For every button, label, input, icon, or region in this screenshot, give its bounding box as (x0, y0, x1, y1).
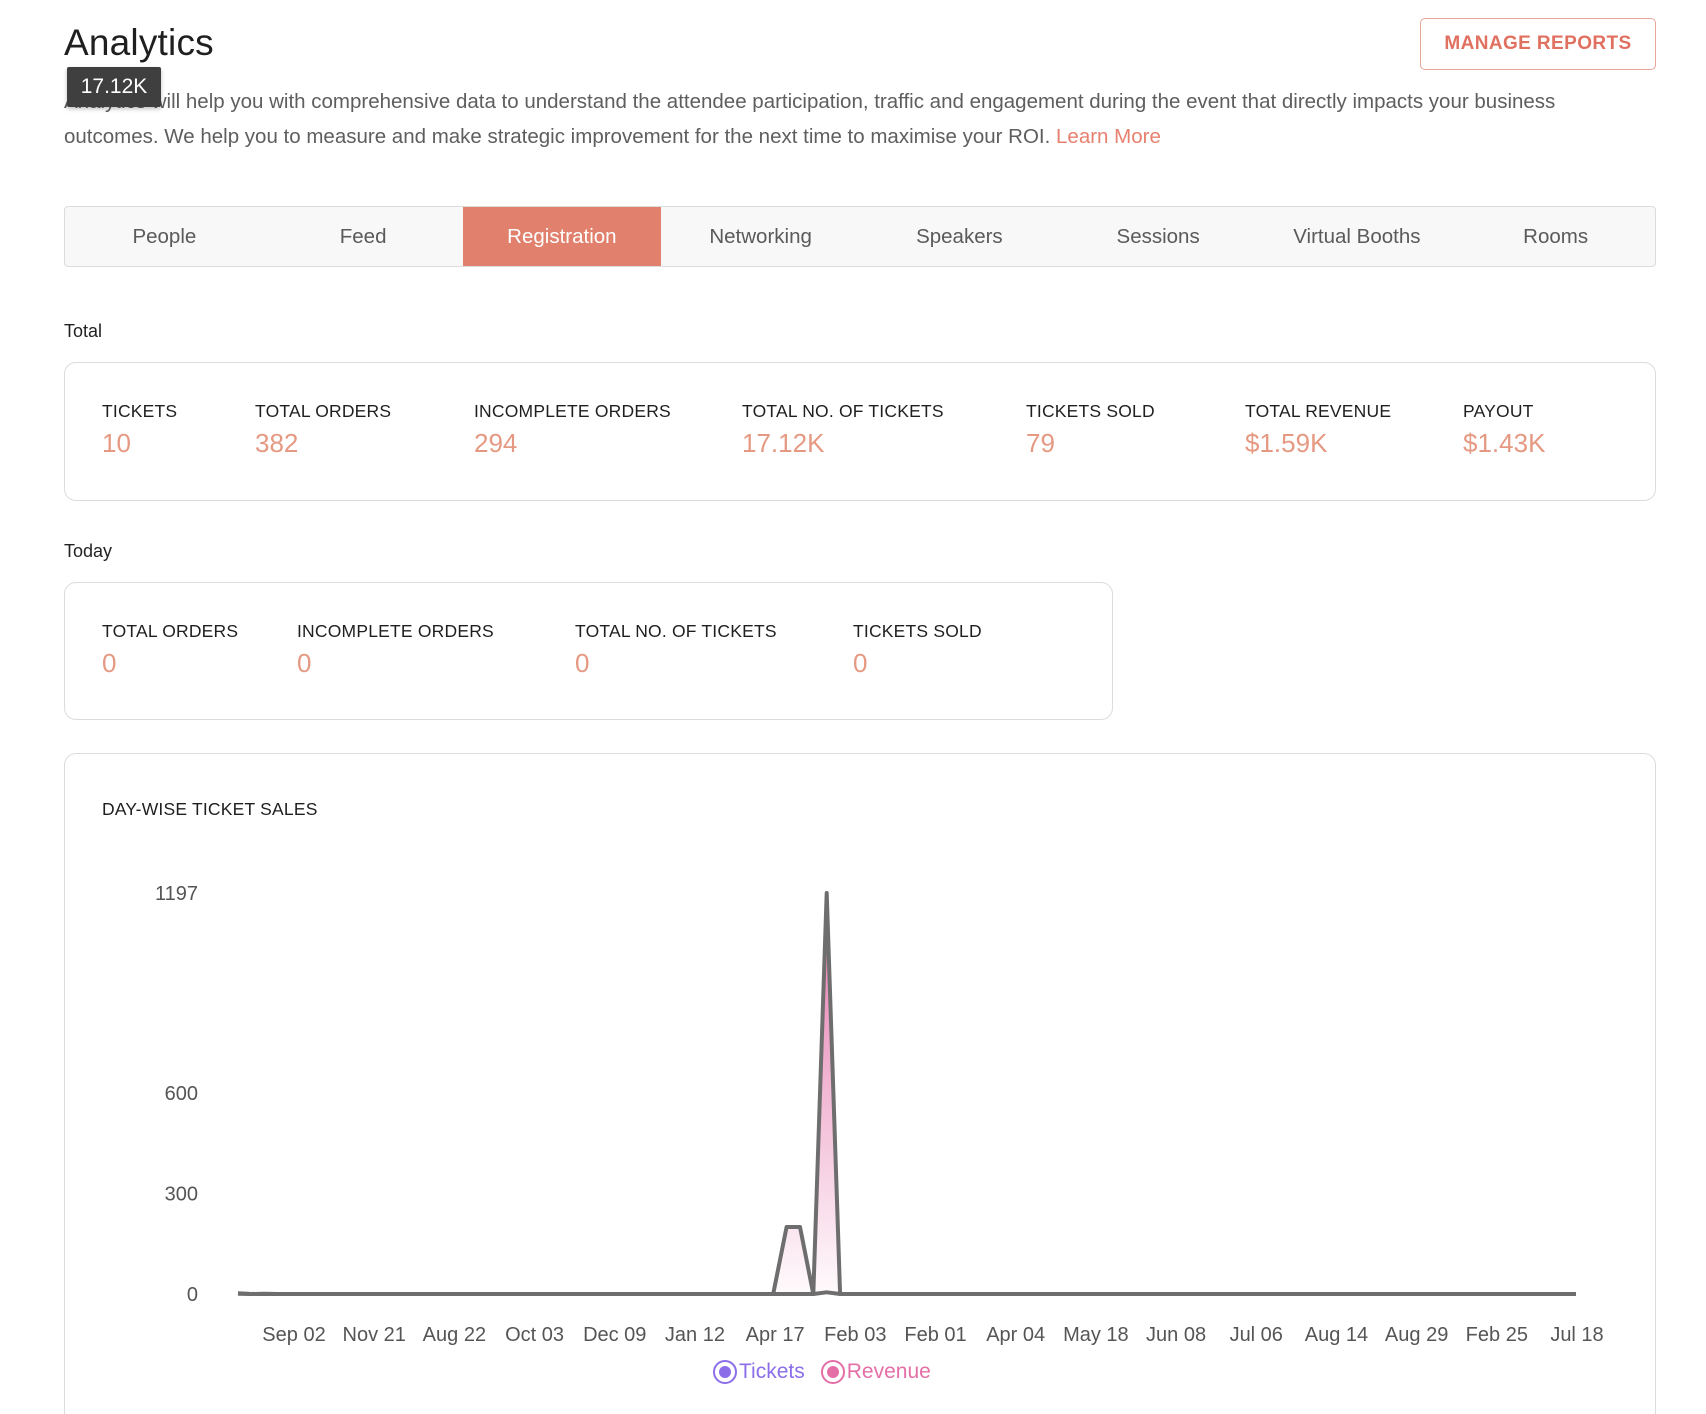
x-tick-label: Aug 29 (1385, 1324, 1448, 1346)
x-tick-label: Aug 14 (1305, 1324, 1368, 1346)
stat-value: 0 (853, 648, 868, 678)
stat-label: TOTAL ORDERS (255, 401, 392, 421)
x-tick-label: Feb 25 (1466, 1324, 1528, 1346)
today-stats-card: TOTAL ORDERS 0 INCOMPLETE ORDERS 0 TOTAL… (64, 582, 1113, 720)
stat-value: 382 (255, 428, 299, 458)
tickets-area (238, 893, 1576, 1294)
x-tick-label: Dec 09 (583, 1324, 646, 1346)
tab-people[interactable]: People (65, 207, 264, 266)
stat-value: 294 (474, 428, 518, 458)
stat-today-tickets-sold: TICKETS SOLD 0 (853, 621, 982, 679)
stat-label: TOTAL NO. OF TICKETS (575, 621, 777, 641)
total-stats-card: TICKETS 10 TOTAL ORDERS 382 INCOMPLETE O… (64, 362, 1656, 501)
tickets-line (237, 891, 1576, 1296)
legend-tickets[interactable]: Tickets (713, 1360, 805, 1384)
stat-label: TOTAL REVENUE (1245, 401, 1392, 421)
stat-label: TICKETS SOLD (1026, 401, 1155, 421)
stat-value: 17.12K (742, 428, 825, 458)
stat-today-total-no-of-tickets: TOTAL NO. OF TICKETS 0 (575, 621, 777, 679)
stat-label: PAYOUT (1463, 401, 1534, 421)
legend-revenue[interactable]: Revenue (820, 1360, 931, 1384)
manage-reports-button[interactable]: MANAGE REPORTS (1420, 18, 1656, 70)
value-tooltip: 17.12K (67, 67, 161, 107)
page-title: Analytics (64, 22, 214, 63)
stat-incomplete-orders: INCOMPLETE ORDERS 294 (474, 401, 671, 459)
total-section-label: Total (64, 321, 103, 341)
stat-tickets-sold: TICKETS SOLD 79 (1026, 401, 1155, 459)
tab-rooms[interactable]: Rooms (1456, 207, 1655, 266)
x-tick-label: May 18 (1063, 1324, 1129, 1346)
tab-feed[interactable]: Feed (264, 207, 463, 266)
stat-label: TICKETS SOLD (853, 621, 982, 641)
tab-speakers[interactable]: Speakers (860, 207, 1059, 266)
stat-total-no-of-tickets: TOTAL NO. OF TICKETS 17.12K (742, 401, 944, 459)
x-tick-label: Sep 02 (262, 1324, 325, 1346)
x-tick-label: Nov 21 (343, 1324, 406, 1346)
analytics-tabs: People Feed Registration Networking Spea… (64, 206, 1656, 267)
stat-value: 0 (102, 648, 117, 678)
revenue-legend-icon (820, 1360, 845, 1384)
legend-label: Tickets (739, 1360, 805, 1383)
stat-value: 0 (297, 648, 312, 678)
chart-legend: Tickets Revenue (713, 1360, 931, 1384)
day-wise-ticket-sales-card: DAY-WISE TICKET SALES 0 300 600 1197 Sep 02… (64, 753, 1656, 1414)
stat-label: INCOMPLETE ORDERS (297, 621, 494, 641)
stat-value: $1.43K (1463, 428, 1546, 458)
stat-label: TOTAL ORDERS (102, 621, 239, 641)
stat-payout: PAYOUT $1.43K (1463, 401, 1545, 459)
y-tick-label: 600 (165, 1083, 198, 1105)
tab-networking[interactable]: Networking (661, 207, 860, 266)
x-tick-label: Feb 03 (824, 1324, 886, 1346)
stat-total-orders: TOTAL ORDERS 382 (255, 401, 391, 459)
stat-total-revenue: TOTAL REVENUE $1.59K (1245, 401, 1391, 459)
x-tick-label: Jan 12 (665, 1324, 725, 1346)
x-tick-label: Jul 18 (1550, 1324, 1603, 1346)
x-tick-label: Jun 08 (1146, 1324, 1206, 1346)
x-tick-label: Apr 04 (986, 1324, 1045, 1346)
stat-label: TICKETS (102, 401, 178, 421)
tab-sessions[interactable]: Sessions (1059, 207, 1258, 266)
page-description: Analytics will help you with comprehensi… (64, 84, 1644, 154)
x-tick-label: Oct 03 (505, 1324, 564, 1346)
description-text: Analytics will help you with comprehensi… (64, 90, 1556, 148)
stat-value: $1.59K (1245, 428, 1328, 458)
stat-tickets: TICKETS 10 (102, 401, 177, 459)
stat-today-total-orders: TOTAL ORDERS 0 (102, 621, 238, 679)
stat-label: INCOMPLETE ORDERS (474, 401, 671, 421)
day-wise-ticket-sales-chart: 0 300 600 1197 Sep 02 Nov 21 Aug 22 Oct 03 Dec … (155, 883, 1604, 1346)
today-section-label: Today (64, 541, 113, 561)
x-tick-label: Apr 17 (746, 1324, 805, 1346)
x-tick-label: Aug 22 (423, 1324, 486, 1346)
stat-value: 0 (575, 648, 590, 678)
tickets-legend-icon (713, 1360, 737, 1384)
x-tick-label: Feb 01 (904, 1324, 966, 1346)
y-tick-label: 300 (165, 1183, 198, 1205)
learn-more-link[interactable]: Learn More (1056, 125, 1161, 148)
y-tick-label: 0 (187, 1284, 198, 1306)
stat-value: 10 (102, 428, 131, 458)
revenue-line (237, 1290, 1576, 1296)
tab-registration[interactable]: Registration (462, 207, 662, 266)
y-tick-label: 1197 (155, 883, 198, 905)
stat-label: TOTAL NO. OF TICKETS (742, 401, 944, 421)
tab-virtual-booths[interactable]: Virtual Booths (1258, 207, 1457, 266)
legend-label: Revenue (846, 1360, 931, 1383)
stat-today-incomplete-orders: INCOMPLETE ORDERS 0 (297, 621, 494, 679)
stat-value: 79 (1026, 428, 1055, 458)
x-tick-label: Jul 06 (1230, 1324, 1283, 1346)
